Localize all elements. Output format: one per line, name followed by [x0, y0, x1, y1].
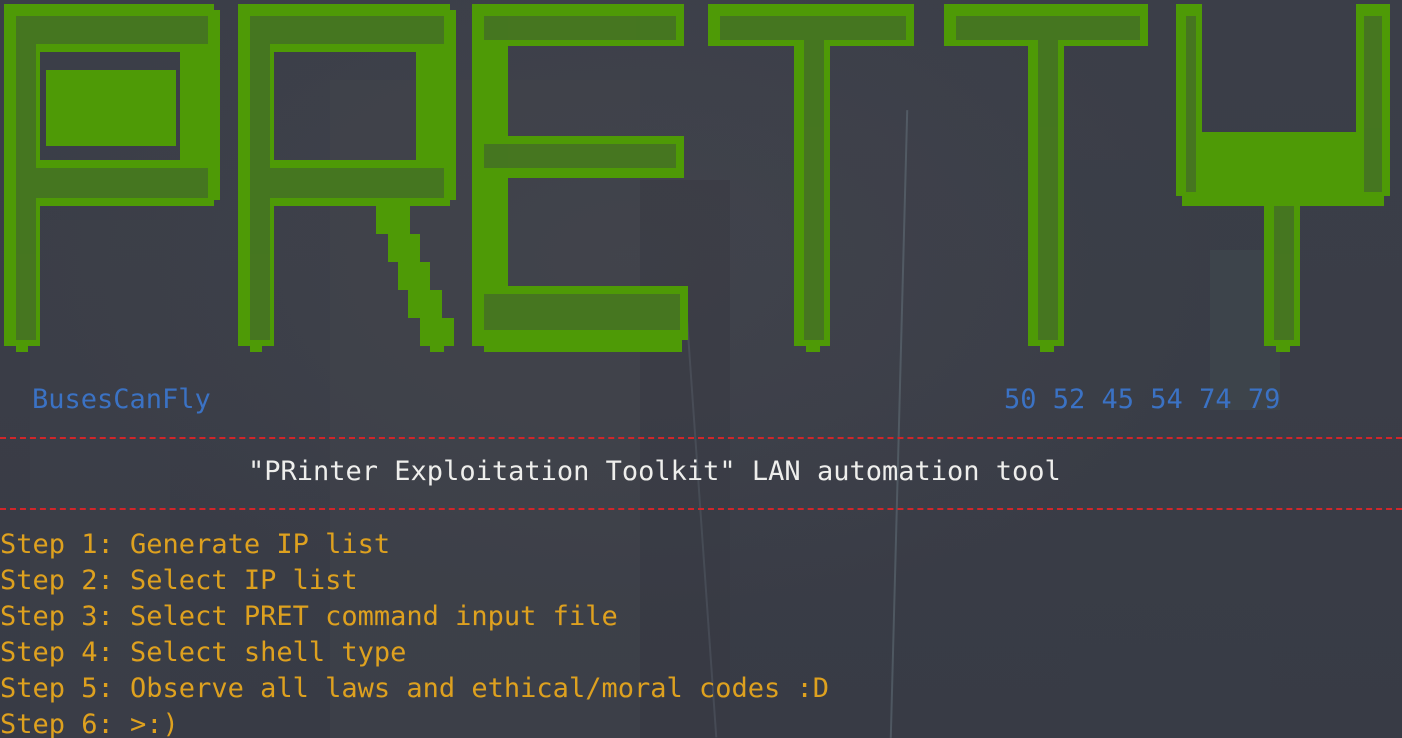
hex-tag: 50 52 45 54 74 79 [1004, 384, 1281, 415]
divider-bottom [0, 508, 1402, 510]
step-item: Step 4: Select shell type [0, 637, 407, 668]
step-item: Step 1: Generate IP list [0, 529, 391, 560]
banner-letter-p1-inner [46, 70, 176, 146]
author-tag: BusesCanFly [32, 384, 211, 415]
step-item: Step 2: Select IP list [0, 565, 358, 596]
step-item: Step 3: Select PRET command input file [0, 601, 618, 632]
steps-list: Step 1: Generate IP list Step 2: Select … [0, 527, 829, 738]
tool-subtitle: "PRinter Exploitation Toolkit" LAN autom… [248, 456, 1061, 487]
step-item: Step 5: Observe all laws and ethical/mor… [0, 673, 830, 704]
step-item: Step 6: >:) [0, 709, 179, 738]
divider-top [0, 437, 1402, 439]
pretty-ascii-banner [0, 0, 1402, 370]
